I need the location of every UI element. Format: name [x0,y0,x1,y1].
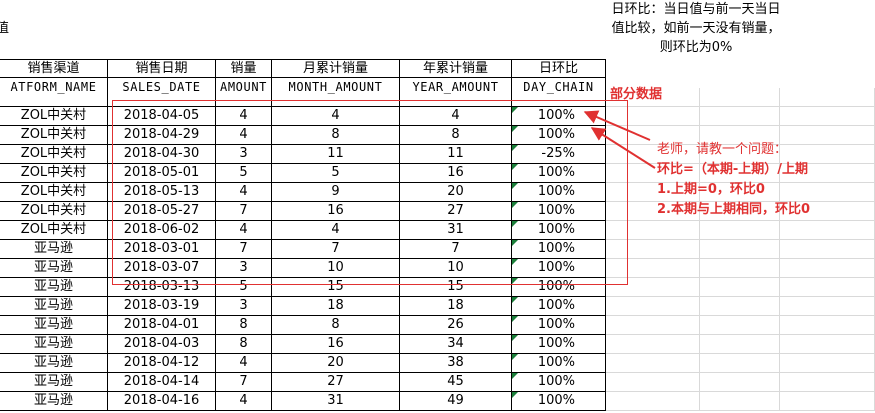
table-cell[interactable]: 2018-04-12 [108,354,216,373]
header-en-0[interactable]: ATFORM_NAME [0,78,108,107]
table-cell[interactable]: 8 [216,335,272,354]
comment-line-2: 环比=（本期-上期）/上期 [657,162,809,177]
table-cell[interactable]: 亚马逊 [0,392,108,411]
table-cell[interactable]: 亚马逊 [0,297,108,316]
empty-cell[interactable] [780,297,875,316]
spreadsheet-view: 值 日环比：当日值与前一天当日值比较，如前一天没有销量，则环比为0% 销售渠道销… [0,0,875,413]
highlight-box [112,100,628,285]
empty-cell[interactable] [700,392,780,411]
table-cell[interactable]: 100% [512,316,606,335]
table-cell[interactable]: 7 [216,373,272,392]
empty-cell[interactable] [780,278,875,297]
empty-cell[interactable] [700,297,780,316]
table-cell[interactable]: 亚马逊 [0,259,108,278]
empty-cell[interactable] [700,88,780,107]
empty-cell[interactable] [606,316,700,335]
table-cell[interactable]: ZOL中关村 [0,221,108,240]
comment-line-3: 1.上期=0，环比0 [657,182,765,197]
empty-cell[interactable] [780,316,875,335]
title-fragment: 值 [0,21,10,36]
table-cell[interactable]: ZOL中关村 [0,183,108,202]
empty-cell[interactable] [700,240,780,259]
error-flag-icon [512,335,518,341]
table-cell[interactable]: 亚马逊 [0,278,108,297]
header-cn-5[interactable]: 日环比 [512,59,606,78]
empty-cell[interactable] [606,392,700,411]
table-cell[interactable]: 2018-04-16 [108,392,216,411]
empty-cell[interactable] [606,354,700,373]
empty-cell[interactable] [780,354,875,373]
error-flag-icon [512,297,518,303]
table-cell[interactable]: 2018-04-03 [108,335,216,354]
table-cell[interactable]: ZOL中关村 [0,107,108,126]
header-cn-1[interactable]: 销售日期 [108,59,216,78]
empty-cell[interactable] [780,107,875,126]
definition-note: 日环比：当日值与前一天当日值比较，如前一天没有销量，则环比为0% [611,2,781,55]
table-cell[interactable]: 2018-03-19 [108,297,216,316]
table-cell[interactable]: 亚马逊 [0,373,108,392]
error-flag-icon [512,354,518,360]
empty-cell[interactable] [780,373,875,392]
table-cell[interactable]: 34 [400,335,512,354]
empty-cell[interactable] [606,335,700,354]
empty-cell[interactable] [780,88,875,107]
empty-cell[interactable] [700,278,780,297]
table-cell[interactable]: ZOL中关村 [0,126,108,145]
header-cn-2[interactable]: 销量 [216,59,272,78]
table-cell[interactable]: 4 [216,392,272,411]
table-cell[interactable]: ZOL中关村 [0,164,108,183]
empty-cell[interactable] [780,240,875,259]
empty-cell[interactable] [700,354,780,373]
empty-cell[interactable] [780,259,875,278]
table-cell[interactable]: 16 [272,335,400,354]
header-cn-3[interactable]: 月累计销量 [272,59,400,78]
table-cell[interactable]: ZOL中关村 [0,145,108,164]
header-cn-0[interactable]: 销售渠道 [0,59,108,78]
table-cell[interactable]: 亚马逊 [0,354,108,373]
table-cell[interactable]: 2018-04-01 [108,316,216,335]
table-cell[interactable]: 18 [400,297,512,316]
table-cell[interactable]: 4 [216,354,272,373]
table-cell[interactable]: 100% [512,373,606,392]
empty-cell[interactable] [780,221,875,240]
table-cell[interactable]: 亚马逊 [0,316,108,335]
table-cell[interactable]: ZOL中关村 [0,202,108,221]
table-cell[interactable]: 100% [512,297,606,316]
table-cell[interactable]: 8 [272,316,400,335]
empty-cell[interactable] [700,316,780,335]
table-cell[interactable]: 18 [272,297,400,316]
table-cell[interactable]: 26 [400,316,512,335]
comment-line-4: 2.本期与上期相同，环比0 [657,202,811,217]
table-cell[interactable]: 8 [216,316,272,335]
table-cell[interactable]: 2018-04-14 [108,373,216,392]
empty-cell[interactable] [780,392,875,411]
table-cell[interactable]: 45 [400,373,512,392]
empty-cell[interactable] [606,373,700,392]
table-cell[interactable]: 100% [512,392,606,411]
empty-cell[interactable] [780,335,875,354]
empty-cell[interactable] [700,373,780,392]
error-flag-icon [512,392,518,398]
comment-line-1: 老师，请教一个问题： [657,142,788,157]
error-flag-icon [512,316,518,322]
table-cell[interactable]: 49 [400,392,512,411]
table-cell[interactable]: 100% [512,335,606,354]
table-cell[interactable]: 100% [512,354,606,373]
table-cell[interactable]: 亚马逊 [0,240,108,259]
empty-cell[interactable] [606,297,700,316]
table-cell[interactable]: 3 [216,297,272,316]
header-cn-4[interactable]: 年累计销量 [400,59,512,78]
error-flag-icon [512,373,518,379]
table-cell[interactable]: 20 [272,354,400,373]
empty-cell[interactable] [700,335,780,354]
table-cell[interactable]: 38 [400,354,512,373]
empty-cell[interactable] [700,107,780,126]
question-comment: 老师，请教一个问题： 环比=（本期-上期）/上期 1.上期=0，环比0 2.本期… [657,140,810,220]
empty-cell[interactable] [700,221,780,240]
table-cell[interactable]: 31 [272,392,400,411]
table-cell[interactable]: 亚马逊 [0,335,108,354]
empty-cell[interactable] [700,259,780,278]
table-cell[interactable]: 27 [272,373,400,392]
